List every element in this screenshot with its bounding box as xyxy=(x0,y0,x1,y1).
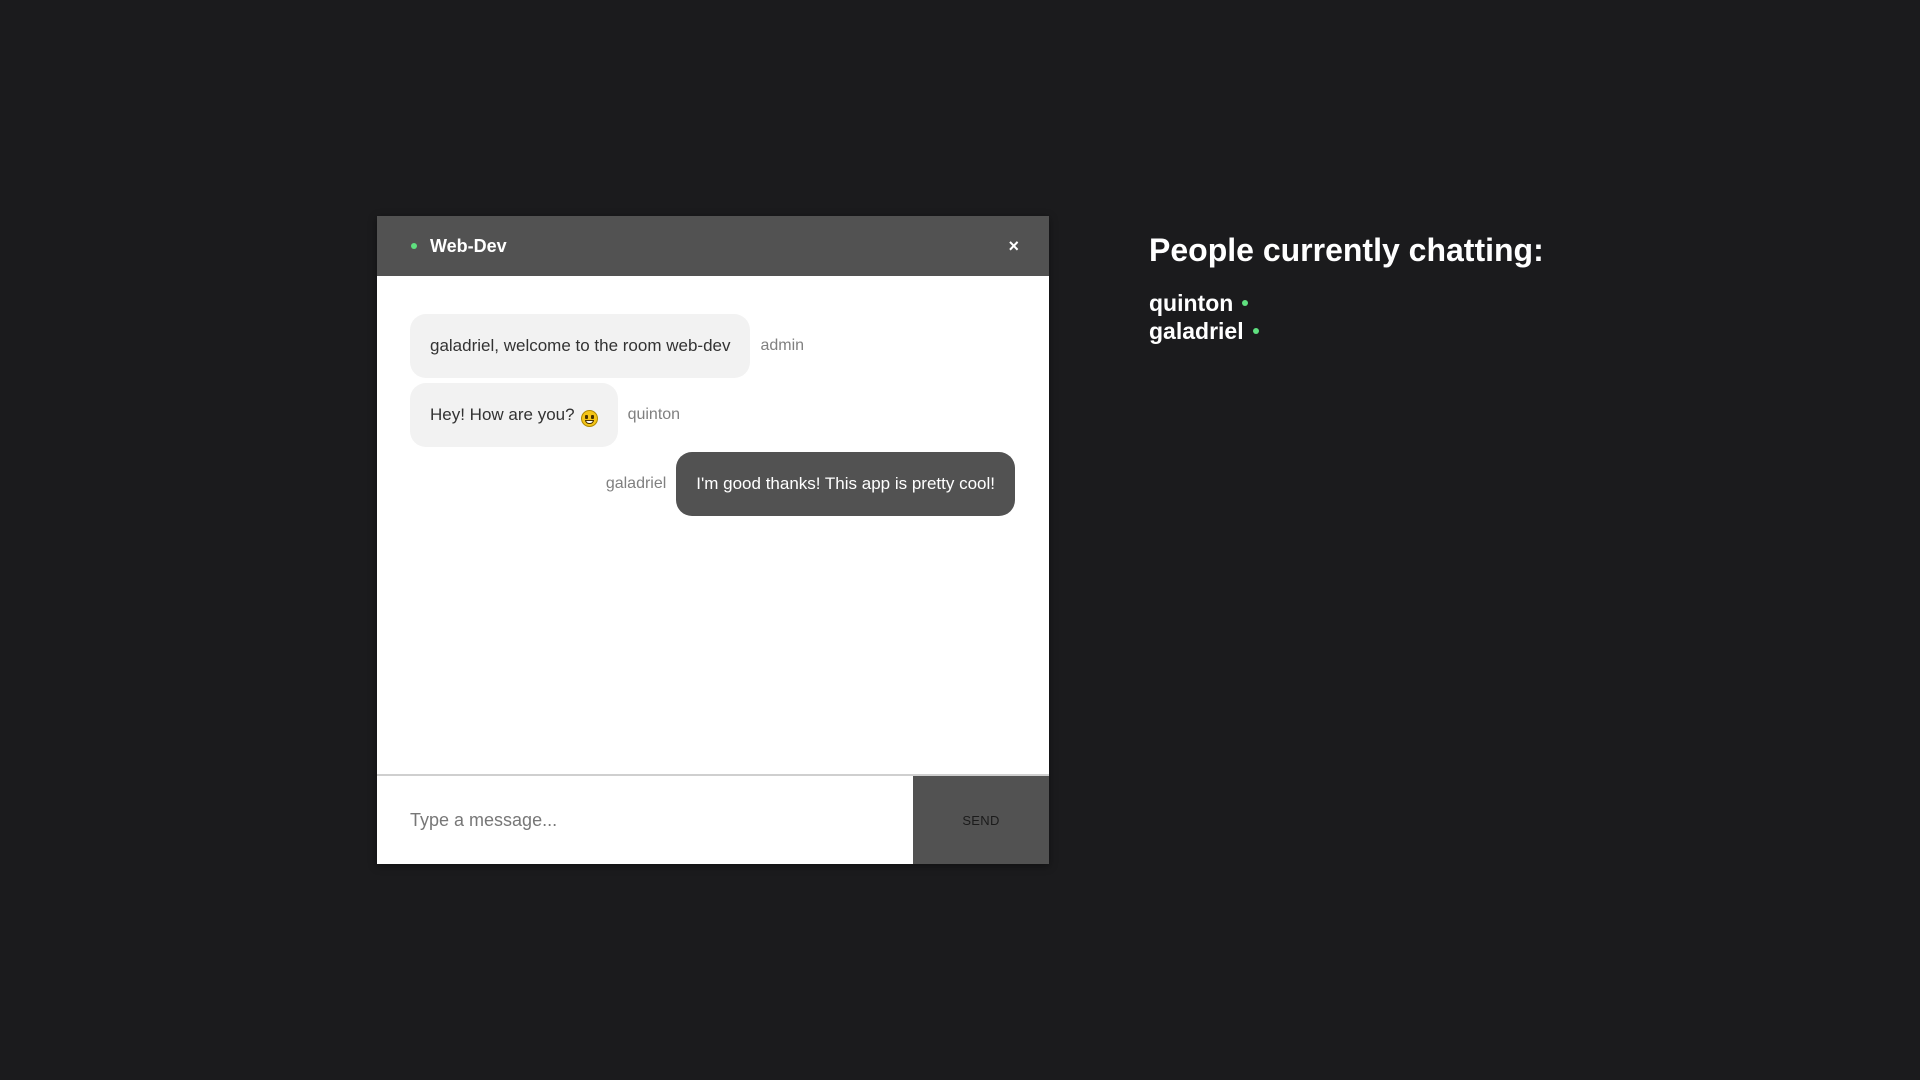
room-title: Web-Dev xyxy=(430,235,507,256)
message-bubble: I'm good thanks! This app is pretty cool… xyxy=(676,452,1015,516)
message-bubble: Hey! How are you? xyxy=(410,383,618,447)
message-list[interactable]: galadriel, welcome to the room web-dev a… xyxy=(377,276,1049,774)
chat-header: Web-Dev × xyxy=(377,216,1049,276)
people-title: People currently chatting: xyxy=(1149,232,1544,268)
people-list: quinton galadriel xyxy=(1149,289,1544,345)
person-name: quinton xyxy=(1149,290,1234,316)
message-composer: SEND xyxy=(377,774,1049,864)
message-text: Hey! How are you? xyxy=(430,405,575,424)
online-status-icon xyxy=(1242,300,1249,306)
message-row: galadriel I'm good thanks! This app is p… xyxy=(410,452,1015,516)
close-icon[interactable]: × xyxy=(1008,237,1019,255)
message-row: galadriel, welcome to the room web-dev a… xyxy=(410,314,1015,378)
message-text: galadriel, welcome to the room web-dev xyxy=(430,336,731,355)
online-status-icon xyxy=(1252,328,1259,334)
send-button[interactable]: SEND xyxy=(913,776,1049,864)
people-panel: People currently chatting: quinton galad… xyxy=(1149,232,1544,345)
message-text: I'm good thanks! This app is pretty cool… xyxy=(696,474,995,493)
room-status-dot-icon xyxy=(411,243,417,249)
message-sender: galadriel xyxy=(605,475,667,492)
person-name: galadriel xyxy=(1149,318,1244,344)
person-item: galadriel xyxy=(1149,317,1544,345)
message-bubble: galadriel, welcome to the room web-dev xyxy=(410,314,751,378)
chat-window: Web-Dev × galadriel, welcome to the room… xyxy=(377,216,1049,864)
message-input[interactable] xyxy=(377,776,913,864)
message-row: Hey! How are you? quinton xyxy=(410,383,1015,447)
grinning-face-emoji-icon xyxy=(580,409,598,427)
person-item: quinton xyxy=(1149,289,1544,317)
message-sender: quinton xyxy=(627,406,681,423)
message-sender: admin xyxy=(760,337,805,354)
